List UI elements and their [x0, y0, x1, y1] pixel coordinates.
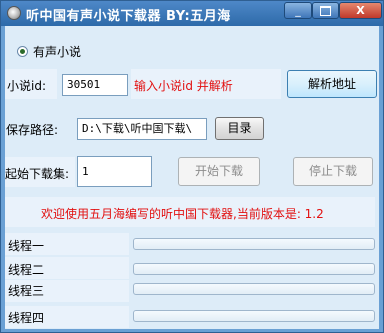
- start-episode-input[interactable]: 1: [77, 156, 152, 187]
- close-button[interactable]: X: [339, 2, 382, 19]
- radio-selected-icon: [17, 45, 28, 57]
- start-download-button[interactable]: 开始下载: [178, 157, 260, 186]
- window-title: 听中国有声小说下载器 BY:五月海: [26, 9, 231, 24]
- stop-download-button[interactable]: 停止下载: [293, 157, 373, 186]
- save-path-input[interactable]: D:\下载\听中国下载\: [77, 118, 207, 140]
- thread-4-label: 线程四: [8, 311, 45, 325]
- thread-3-progress: [133, 283, 375, 295]
- welcome-text: 欢迎使用五月海编写的听中国下载器,当前版本是: 1.2: [41, 207, 324, 221]
- thread-2-progress: [133, 263, 375, 275]
- novel-id-label: 小说id:: [7, 79, 46, 93]
- thread-4-progress: [133, 310, 375, 322]
- app-icon: [7, 6, 21, 20]
- app-window: 听中国有声小说下载器 BY:五月海 _ X 有声小说 小说id: 30501 输…: [0, 0, 384, 333]
- mode-radio[interactable]: 有声小说: [17, 43, 81, 59]
- novel-id-input[interactable]: 30501: [62, 74, 128, 96]
- browse-directory-button[interactable]: 目录: [215, 117, 264, 140]
- parse-hint-text: 输入小说id 并解析: [134, 79, 233, 93]
- thread-3-label: 线程三: [8, 284, 45, 298]
- title-bar[interactable]: 听中国有声小说下载器 BY:五月海 _ X: [1, 1, 383, 26]
- start-episode-label: 起始下载集:: [5, 167, 70, 181]
- mode-radio-label: 有声小说: [33, 44, 82, 59]
- save-path-label: 保存路径:: [6, 123, 59, 137]
- maximize-icon: [320, 6, 331, 16]
- minimize-button[interactable]: _: [284, 2, 312, 19]
- thread-2-label: 线程二: [8, 263, 45, 277]
- maximize-button[interactable]: [312, 2, 339, 19]
- thread-1-progress: [133, 238, 375, 250]
- thread-1-label: 线程一: [8, 239, 45, 253]
- parse-address-button[interactable]: 解析地址: [287, 70, 377, 98]
